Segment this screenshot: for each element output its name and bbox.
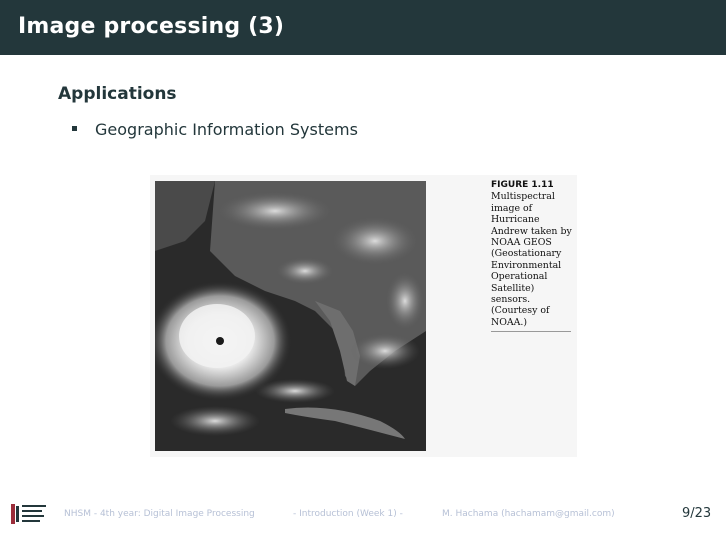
- caption-line: (Geostationary: [491, 248, 562, 260]
- slide-title: Image processing (3): [18, 14, 285, 39]
- footer-author: M. Hachama (hachamam@gmail.com): [442, 509, 615, 519]
- caption-line: (Courtesy of: [491, 305, 550, 317]
- caption-line: Andrew taken by: [491, 225, 572, 237]
- caption-line: Environmental: [491, 259, 562, 271]
- caption-line: NOAA.): [491, 316, 528, 328]
- caption-rule: [491, 331, 571, 333]
- figure: FIGURE 1.11 Multispectral image of Hurri…: [150, 175, 577, 457]
- caption-line: image of: [491, 202, 533, 214]
- caption-line: Hurricane: [491, 214, 540, 226]
- caption-line: NOAA GEOS: [491, 237, 552, 249]
- bullet-marker: [72, 126, 77, 131]
- block-title: Applications: [58, 84, 177, 104]
- footer-section: - Introduction (Week 1) -: [293, 509, 403, 519]
- figure-id: FIGURE 1.11: [491, 180, 554, 190]
- figure-caption: FIGURE 1.11 Multispectral image of Hurri…: [491, 180, 575, 333]
- caption-line: Multispectral: [491, 191, 555, 203]
- caption-line: Operational: [491, 271, 548, 283]
- bullet-item: Geographic Information Systems: [72, 120, 358, 139]
- hurricane-satellite-image: [155, 181, 426, 451]
- school-logo: [11, 504, 46, 524]
- bullet-text: Geographic Information Systems: [95, 120, 358, 139]
- slide-footer: NHSM - 4th year: Digital Image Processin…: [0, 500, 726, 530]
- page-number: 9/23: [682, 506, 712, 521]
- slide-header: Image processing (3): [0, 0, 726, 55]
- caption-line: Satellite) sensors.: [491, 282, 535, 306]
- footer-course: NHSM - 4th year: Digital Image Processin…: [64, 509, 255, 519]
